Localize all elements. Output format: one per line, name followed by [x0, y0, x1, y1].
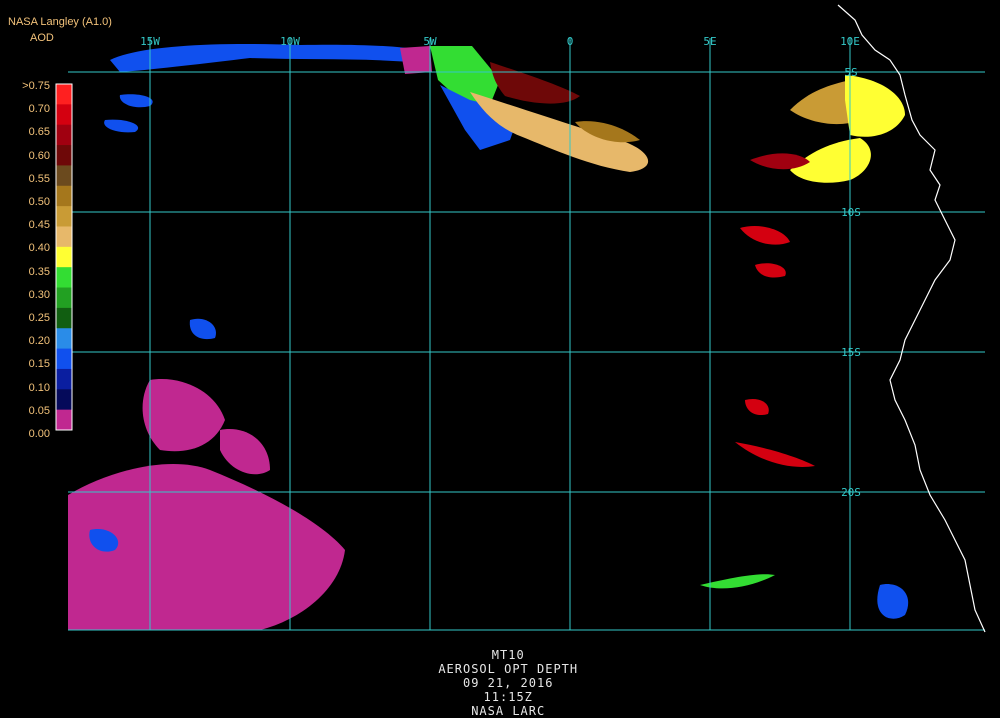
colorbar-swatch [56, 185, 72, 207]
agency-name: NASA LARC [471, 704, 546, 718]
colorbar-swatch [56, 368, 72, 390]
colorbar-swatch [56, 389, 72, 411]
longitude-label: 10W [280, 35, 300, 48]
colorbar-tick-label: 0.70 [28, 103, 50, 116]
colorbar-swatch [56, 287, 72, 309]
colorbar-tick-label: 0.35 [28, 265, 50, 278]
aod-map: 15W 10W 5W 0 5E 10E 5S 10S 15S 20S [0, 0, 1000, 650]
latitude-label: 15S [841, 346, 861, 359]
colorbar-swatch [56, 348, 72, 370]
colorbar-swatch [56, 267, 72, 289]
colorbar-tick-label: 0.05 [28, 404, 50, 417]
longitude-label: 0 [567, 35, 574, 48]
latitude-label: 20S [841, 486, 861, 499]
colorbar-tick-label: 0.20 [28, 335, 50, 348]
colorbar-tick-label: 0.25 [28, 312, 50, 324]
latitude-label: 10S [841, 206, 861, 219]
aod-region-verylow [400, 46, 432, 74]
longitude-label: 5W [423, 35, 437, 48]
colorbar-tick-label: 0.15 [28, 358, 50, 371]
colorbar-swatch [56, 145, 72, 166]
colorbar-swatch [56, 409, 72, 431]
longitude-label: 10E [840, 35, 860, 48]
colorbar-tick-label: 0.50 [28, 196, 50, 208]
colorbar-tick-label: 0.00 [28, 428, 50, 440]
colorbar-tick-label: >0.75 [22, 80, 50, 92]
colorbar-swatch [56, 226, 72, 248]
colorbar-swatch [56, 104, 72, 126]
colorbar-swatch [56, 84, 72, 105]
colorbar-tick-label: 0.60 [28, 149, 50, 162]
colorbar-swatch [56, 307, 72, 329]
colorbar-swatch [56, 165, 72, 187]
product-label: AOD [30, 32, 54, 44]
colorbar-tick-label: 0.45 [28, 219, 50, 232]
colorbar-swatch [56, 246, 72, 268]
footer-caption: MT10 AEROSOL OPT DEPTH 09 21, 2016 11:15… [0, 634, 1000, 718]
colorbar-swatch [56, 206, 72, 227]
satellite-id: MT10 [491, 648, 525, 662]
longitude-label: 15W [140, 35, 160, 48]
colorbar-tick-label: 0.55 [28, 172, 50, 185]
observation-date: 09 21, 2016 [462, 676, 554, 690]
colorbar-tick-label: 0.65 [28, 126, 50, 139]
data-source-label: NASA Langley (A1.0) [8, 16, 112, 28]
observation-time: 11:15Z [483, 690, 533, 704]
colorbar-tick-label: 0.10 [28, 381, 50, 394]
parameter-name: AEROSOL OPT DEPTH [438, 662, 579, 676]
longitude-label: 5E [703, 35, 716, 48]
colorbar-tick-label: 0.30 [28, 288, 50, 301]
latitude-label: 5S [844, 66, 857, 79]
colorbar-tick-label: 0.40 [28, 242, 50, 255]
colorbar-swatch [56, 124, 72, 146]
colorbar [55, 83, 73, 431]
colorbar-swatch [56, 328, 72, 350]
